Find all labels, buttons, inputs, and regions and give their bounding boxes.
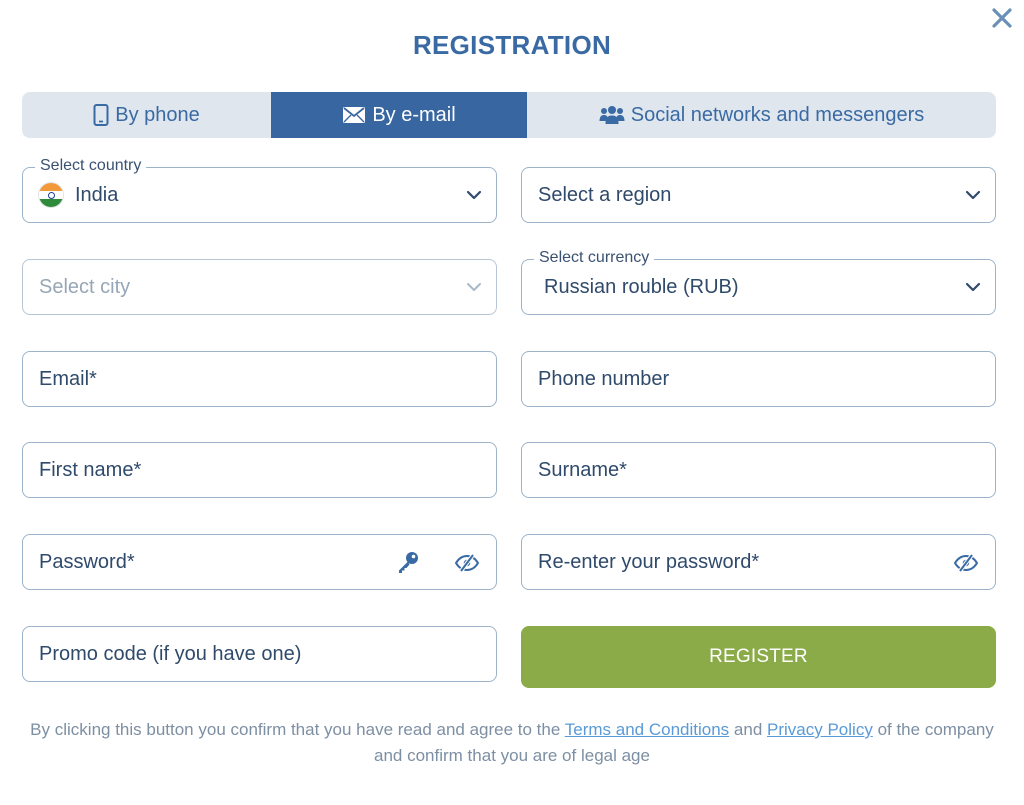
tab-by-email[interactable]: By e-mail	[271, 92, 527, 138]
tab-label: By e-mail	[372, 103, 456, 126]
phone-number-field[interactable]: Phone number	[521, 351, 996, 407]
terms-link[interactable]: Terms and Conditions	[565, 720, 729, 739]
close-button[interactable]	[988, 4, 1016, 32]
chevron-down-icon	[467, 283, 481, 291]
close-icon	[992, 8, 1012, 28]
region-placeholder: Select a region	[538, 183, 672, 206]
legal-prefix: By clicking this button you confirm that…	[30, 720, 561, 739]
city-select[interactable]: Select city	[22, 259, 497, 315]
privacy-policy-link[interactable]: Privacy Policy	[767, 720, 873, 739]
first-name-field[interactable]: First name*	[22, 442, 497, 498]
tab-social-networks[interactable]: Social networks and messengers	[527, 92, 996, 138]
legal-line-2: and confirm that you are of legal age	[374, 746, 650, 765]
chevron-down-icon	[466, 190, 482, 200]
currency-select[interactable]: Select currency Russian rouble (RUB)	[521, 249, 996, 315]
legal-suffix: of the company	[877, 720, 994, 739]
promo-placeholder: Promo code (if you have one)	[39, 642, 302, 665]
promo-code-field[interactable]: Promo code (if you have one)	[22, 626, 497, 682]
dialog-title: REGISTRATION	[412, 30, 612, 60]
surname-placeholder: Surname*	[538, 458, 627, 481]
chevron-down-icon	[965, 190, 981, 200]
region-select[interactable]: Select a region	[521, 167, 996, 223]
country-value: India	[75, 183, 119, 206]
registration-method-tabs: By phone By e-mail Social networks and m…	[22, 92, 996, 138]
currency-legend: Select currency	[534, 249, 655, 267]
country-legend: Select country	[35, 157, 147, 175]
legal-line-1: By clicking this button you confirm that…	[0, 717, 1024, 743]
hide-password-icon[interactable]	[953, 552, 979, 574]
phone-placeholder: Phone number	[538, 367, 670, 390]
first-name-placeholder: First name*	[39, 458, 142, 481]
surname-field[interactable]: Surname*	[521, 442, 996, 498]
hide-password-icon[interactable]	[454, 552, 480, 574]
india-flag-icon	[39, 183, 63, 207]
envelope-icon	[343, 107, 366, 123]
repeat-password-field[interactable]: Re-enter your password*	[521, 534, 996, 590]
repeat-password-placeholder: Re-enter your password*	[538, 550, 760, 573]
email-placeholder: Email*	[39, 367, 97, 390]
password-placeholder: Password*	[39, 550, 135, 573]
city-placeholder: Select city	[39, 275, 131, 298]
tab-label: By phone	[115, 103, 200, 126]
email-field[interactable]: Email*	[22, 351, 497, 407]
tab-label: Social networks and messengers	[630, 103, 925, 126]
legal-and: and	[733, 720, 763, 739]
register-button[interactable]: REGISTER	[521, 626, 996, 688]
legal-notice: By clicking this button you confirm that…	[0, 717, 1024, 769]
tab-by-phone[interactable]: By phone	[22, 92, 271, 138]
phone-icon	[93, 104, 109, 126]
users-icon	[599, 106, 625, 124]
chevron-down-icon	[965, 282, 981, 292]
currency-value: Russian rouble (RUB)	[544, 275, 739, 298]
key-generate-icon[interactable]	[396, 550, 420, 574]
country-select[interactable]: Select country India	[22, 157, 497, 223]
password-field[interactable]: Password*	[22, 534, 497, 590]
